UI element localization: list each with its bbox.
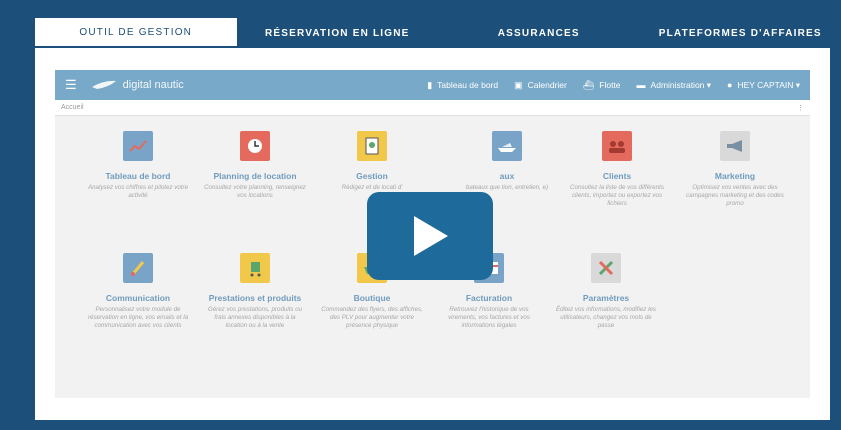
module-desc: Rédigez et de locati d': [341, 184, 403, 191]
user-avatar-icon: ●: [727, 80, 733, 90]
module-title: Boutique: [353, 293, 391, 303]
briefcase-icon: ▬: [636, 80, 646, 90]
nav-dashboard-label: Tableau de bord: [437, 80, 499, 90]
logo-text: digital nautic: [122, 79, 184, 91]
logo: digital nautic: [91, 79, 184, 91]
module-clients[interactable]: Clients Consultez la liste de vos différ…: [565, 131, 669, 207]
bar-chart-icon: ▮: [427, 79, 433, 90]
app-topbar: ☰ digital nautic ▮ Tableau de bord ▣ Cal…: [55, 70, 810, 100]
brush-icon: [123, 253, 153, 283]
module-desc: Optimisez vos ventes avec des campagnes …: [686, 184, 784, 207]
nav-calendar-label: Calendrier: [527, 80, 567, 90]
top-tabs: OUTIL DE GESTION RÉSERVATION EN LIGNE AS…: [35, 18, 841, 48]
module-desc: Consultez votre planning, renseignez vos…: [204, 184, 306, 199]
nav-calendar[interactable]: ▣ Calendrier: [514, 80, 567, 91]
nav-admin-label: Administration ▾: [650, 79, 712, 90]
app-nav: ▮ Tableau de bord ▣ Calendrier ⛴ Flotte …: [411, 80, 800, 91]
tab-reservation-en-ligne[interactable]: RÉSERVATION EN LIGNE: [237, 18, 439, 48]
clipboard-icon: [357, 131, 387, 161]
module-title: Prestations et produits: [208, 293, 302, 303]
nav-fleet[interactable]: ⛴ Flotte: [583, 80, 621, 91]
module-title: Clients: [602, 171, 632, 181]
nav-fleet-label: Flotte: [599, 80, 621, 90]
nav-admin[interactable]: ▬ Administration ▾: [637, 80, 711, 91]
breadcrumb: Accueil ⋮: [55, 100, 810, 116]
calendar-icon: ▣: [514, 79, 523, 90]
module-title: Gestion: [356, 171, 388, 181]
tab-assurances[interactable]: ASSURANCES: [438, 18, 640, 48]
module-marketing[interactable]: Marketing Optimisez vos ventes avec des …: [683, 131, 787, 207]
module-desc: Personnalisez votre module de réservatio…: [87, 306, 189, 329]
module-title: Tableau de bord: [105, 171, 171, 181]
hamburger-icon[interactable]: ☰: [65, 77, 77, 93]
tools-icon: [591, 253, 621, 283]
module-desc: Éditez vos informations, modifiez les ut…: [555, 306, 657, 329]
module-parametres[interactable]: Paramètres Éditez vos informations, modi…: [554, 253, 658, 329]
module-title: aux: [499, 171, 515, 181]
module-desc: Retrouvez l'historique de vos virements,…: [448, 306, 530, 329]
kebab-menu-icon[interactable]: ⋮: [797, 104, 804, 112]
module-title: Marketing: [714, 171, 756, 181]
chart-icon: [123, 131, 153, 161]
module-bateaux[interactable]: aux bateaux que tion, entretien, e): [455, 131, 559, 192]
nav-user[interactable]: ● HEY CAPTAIN ▾: [727, 80, 800, 91]
module-title: Planning de location: [213, 171, 297, 181]
boat-logo-icon: [91, 80, 116, 89]
clock-icon: [240, 131, 270, 161]
breadcrumb-home[interactable]: Accueil: [61, 104, 84, 111]
boat-icon: [492, 131, 522, 161]
tab-outil-de-gestion[interactable]: OUTIL DE GESTION: [35, 18, 237, 48]
play-icon: [414, 216, 448, 256]
module-desc: Consultez la liste de vos différents cli…: [570, 184, 664, 207]
module-title: Paramètres: [582, 293, 630, 303]
tab-plateformes-d-affaires[interactable]: PLATEFORMES D'AFFAIRES: [640, 18, 841, 48]
module-communication[interactable]: Communication Personnalisez votre module…: [86, 253, 190, 329]
module-desc: Analysez vos chiffres et pilotez votre a…: [87, 184, 189, 199]
module-planning[interactable]: Planning de location Consultez votre pla…: [203, 131, 307, 200]
module-desc: Gérez vos prestations, produits ou frais…: [207, 306, 303, 329]
nav-user-label: HEY CAPTAIN ▾: [737, 79, 800, 90]
module-title: Facturation: [465, 293, 513, 303]
module-desc: bateaux que tion, entretien, e): [465, 184, 549, 191]
module-gestion[interactable]: Gestion Rédigez et de locati d': [320, 131, 424, 192]
cart-icon: [240, 253, 270, 283]
people-icon: [602, 131, 632, 161]
module-prestations[interactable]: Prestations et produits Gérez vos presta…: [203, 253, 307, 329]
megaphone-icon: [720, 131, 750, 161]
module-title: Communication: [105, 293, 171, 303]
module-desc: Commandez des flyers, des affiches, des …: [321, 306, 423, 329]
nav-dashboard[interactable]: ▮ Tableau de bord: [427, 80, 498, 91]
module-tableau-de-bord[interactable]: Tableau de bord Analysez vos chiffres et…: [86, 131, 190, 200]
ship-icon: ⛴: [582, 79, 595, 90]
play-button[interactable]: [367, 192, 493, 280]
